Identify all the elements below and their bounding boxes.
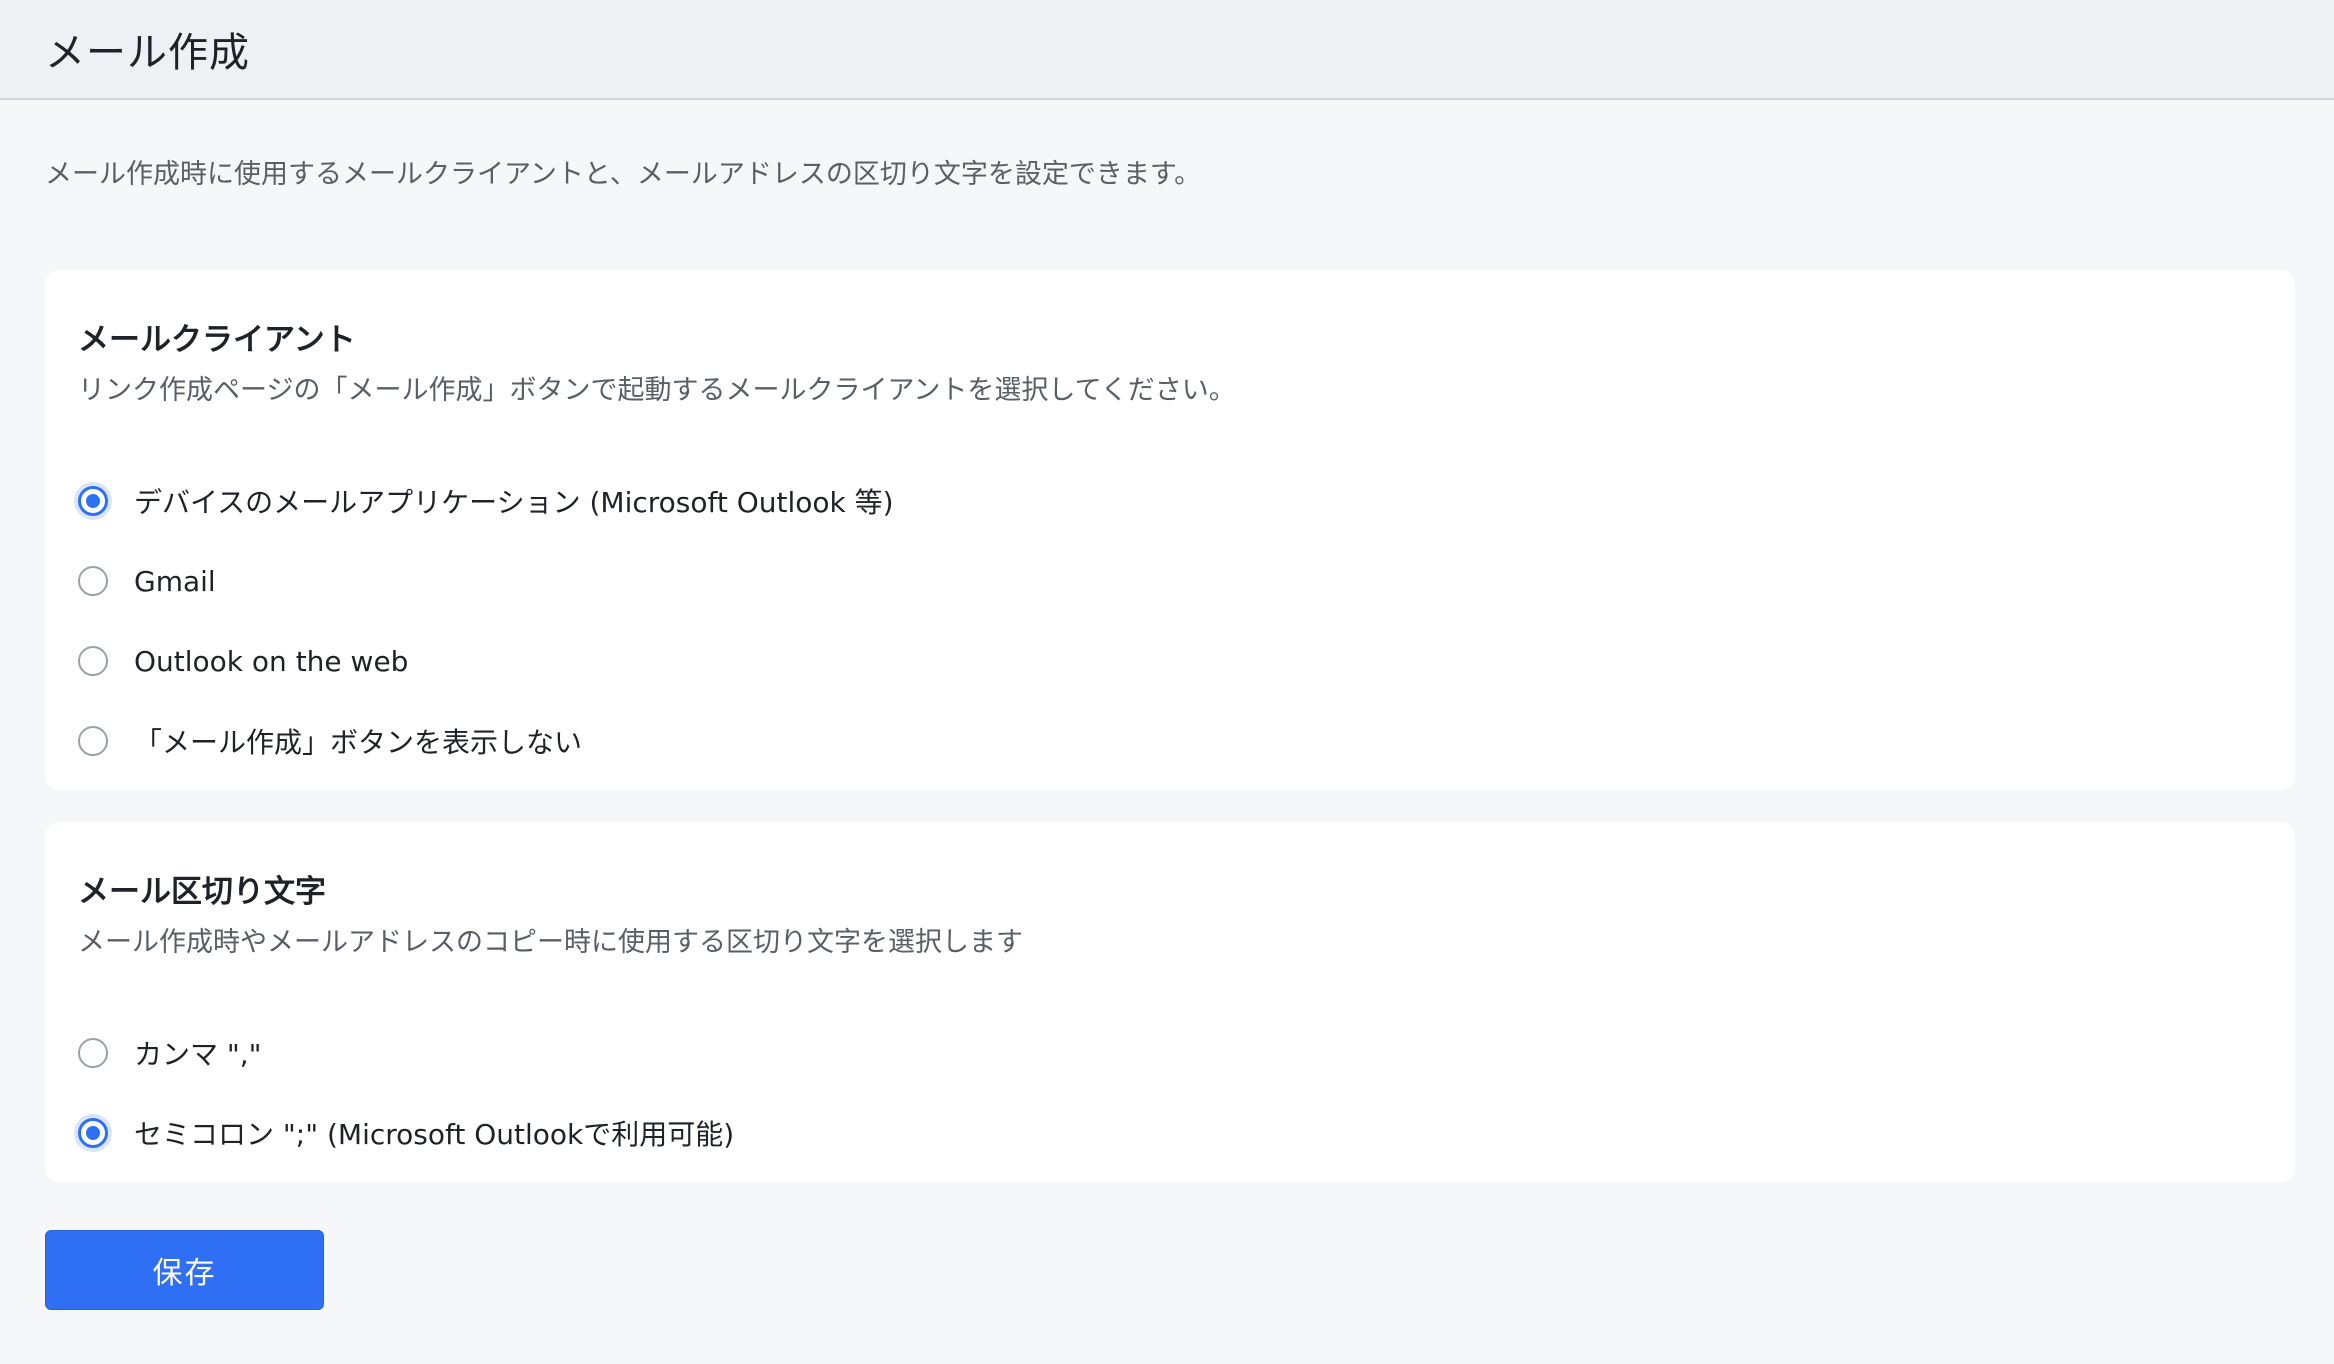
radio-label: デバイスのメールアプリケーション (Microsoft Outlook 等) xyxy=(134,486,894,519)
separator-title: メール区切り文字 xyxy=(78,874,326,910)
radio-button-checked[interactable] xyxy=(78,486,108,516)
radio-option-device-mail-app[interactable]: デバイスのメールアプリケーション (Microsoft Outlook 等) xyxy=(78,478,894,524)
mail-client-title: メールクライアント xyxy=(78,322,356,358)
radio-option-comma[interactable]: カンマ "," xyxy=(78,1030,262,1076)
separator-card: メール区切り文字 メール作成時やメールアドレスのコピー時に使用する区切り文字を選… xyxy=(45,822,2295,1182)
radio-button[interactable] xyxy=(78,1038,108,1068)
mail-client-card: メールクライアント リンク作成ページの「メール作成」ボタンで起動するメールクライ… xyxy=(45,270,2295,790)
radio-label: 「メール作成」ボタンを表示しない xyxy=(134,726,583,759)
radio-option-semicolon[interactable]: セミコロン ";" (Microsoft Outlookで利用可能) xyxy=(78,1110,734,1156)
radio-button[interactable] xyxy=(78,726,108,756)
radio-button-checked[interactable] xyxy=(78,1118,108,1148)
radio-label: カンマ "," xyxy=(134,1038,262,1071)
mail-client-subtitle: リンク作成ページの「メール作成」ボタンで起動するメールクライアントを選択してくだ… xyxy=(78,375,1236,406)
radio-button[interactable] xyxy=(78,646,108,676)
radio-option-outlook-web[interactable]: Outlook on the web xyxy=(78,638,408,684)
page-title: メール作成 xyxy=(45,30,250,76)
page: メール作成 メール作成時に使用するメールクライアントと、メールアドレスの区切り文… xyxy=(0,0,2334,1364)
radio-label: Gmail xyxy=(134,564,216,598)
radio-option-hide-button[interactable]: 「メール作成」ボタンを表示しない xyxy=(78,718,582,764)
radio-label: Outlook on the web xyxy=(134,644,409,678)
radio-dot xyxy=(86,1126,100,1140)
radio-dot xyxy=(86,494,100,508)
header-bar: メール作成 xyxy=(0,0,2334,100)
radio-option-gmail[interactable]: Gmail xyxy=(78,558,216,604)
save-button[interactable]: 保存 xyxy=(45,1230,324,1310)
radio-button[interactable] xyxy=(78,566,108,596)
radio-label: セミコロン ";" (Microsoft Outlookで利用可能) xyxy=(134,1118,735,1151)
page-description: メール作成時に使用するメールクライアントと、メールアドレスの区切り文字を設定でき… xyxy=(45,159,1202,190)
separator-subtitle: メール作成時やメールアドレスのコピー時に使用する区切り文字を選択します xyxy=(78,927,1023,958)
